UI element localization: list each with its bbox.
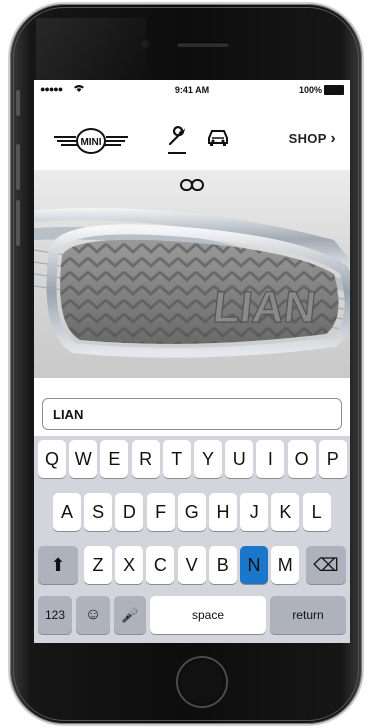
key-j[interactable]: J bbox=[240, 493, 269, 531]
shop-label: SHOP bbox=[288, 131, 327, 146]
key-y[interactable]: Y bbox=[194, 440, 222, 478]
front-camera bbox=[140, 39, 150, 49]
glass-glare bbox=[36, 18, 146, 82]
key-d[interactable]: D bbox=[115, 493, 144, 531]
battery-icon bbox=[324, 85, 344, 95]
volume-down-button bbox=[16, 200, 20, 246]
delete-key[interactable]: ⌫ bbox=[306, 546, 346, 584]
app-header: MINI SHOP › bbox=[34, 100, 350, 170]
key-b[interactable]: B bbox=[208, 546, 237, 584]
key-z[interactable]: Z bbox=[84, 546, 112, 584]
key-k[interactable]: K bbox=[271, 493, 300, 531]
volume-up-button bbox=[16, 144, 20, 190]
key-s[interactable]: S bbox=[84, 493, 113, 531]
mute-switch bbox=[16, 90, 20, 116]
active-tab-indicator bbox=[168, 152, 186, 154]
key-q[interactable]: Q bbox=[38, 440, 66, 478]
car-icon[interactable] bbox=[206, 128, 230, 146]
space-key[interactable]: space bbox=[150, 596, 266, 634]
key-o[interactable]: O bbox=[287, 440, 316, 478]
key-r[interactable]: R bbox=[131, 440, 160, 478]
shift-key[interactable]: ⬆ bbox=[38, 546, 78, 584]
return-key[interactable]: return bbox=[270, 596, 346, 634]
key-g[interactable]: G bbox=[177, 493, 206, 531]
key-a[interactable]: A bbox=[53, 493, 81, 531]
key-i[interactable]: I bbox=[256, 440, 285, 478]
key-x[interactable]: X bbox=[115, 546, 144, 584]
link-icon[interactable] bbox=[180, 178, 204, 192]
grille-image: LIAN bbox=[34, 208, 350, 358]
key-e[interactable]: E bbox=[100, 440, 129, 478]
app-screen: ●●●●● 9:41 AM 100% MINI SHOP › LIAN LIAN… bbox=[34, 80, 350, 643]
home-button[interactable] bbox=[176, 656, 228, 708]
key-p[interactable]: P bbox=[318, 440, 347, 478]
grille-name-text: LIAN bbox=[211, 283, 319, 332]
key-u[interactable]: U bbox=[225, 440, 254, 478]
name-input[interactable] bbox=[51, 399, 335, 429]
key-m[interactable]: M bbox=[271, 546, 300, 584]
microphone-key[interactable]: 🎤 bbox=[114, 596, 146, 634]
key-w[interactable]: W bbox=[69, 440, 98, 478]
status-bar: ●●●●● 9:41 AM 100% bbox=[34, 80, 350, 100]
mini-logo[interactable]: MINI bbox=[52, 126, 130, 156]
key-t[interactable]: T bbox=[162, 440, 191, 478]
emoji-key[interactable]: ☺ bbox=[76, 596, 110, 634]
key-h[interactable]: H bbox=[209, 493, 237, 531]
grille-preview: LIAN bbox=[34, 170, 350, 378]
key-n[interactable]: N bbox=[240, 546, 268, 584]
battery-percent: 100% bbox=[298, 85, 322, 95]
logo-text: MINI bbox=[80, 137, 101, 148]
key-l[interactable]: L bbox=[302, 493, 331, 531]
chevron-right-icon: › bbox=[330, 130, 336, 147]
key-v[interactable]: V bbox=[177, 546, 206, 584]
ios-keyboard: QWERTYUIOP ASDFGHJKL ⬆ ⌫ ZXCVBNM 123 ☺ 🎤… bbox=[34, 436, 350, 643]
numbers-key[interactable]: 123 bbox=[38, 596, 72, 634]
name-field[interactable] bbox=[42, 398, 342, 430]
shop-link[interactable]: SHOP › bbox=[289, 130, 336, 148]
wrench-icon[interactable] bbox=[166, 126, 188, 148]
key-f[interactable]: F bbox=[146, 493, 175, 531]
earpiece-speaker bbox=[177, 42, 229, 47]
key-c[interactable]: C bbox=[146, 546, 175, 584]
